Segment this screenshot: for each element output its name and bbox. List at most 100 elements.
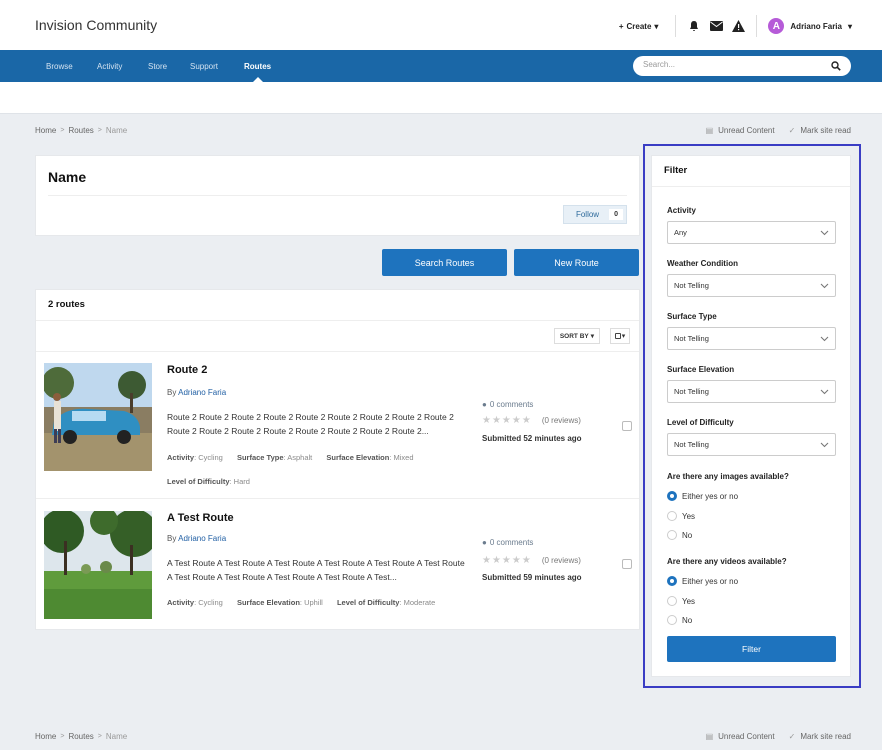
images-radio-either[interactable]: Either yes or no <box>667 491 738 501</box>
weather-condition-select[interactable]: Not Telling <box>667 274 836 297</box>
videos-radio-no[interactable]: No <box>667 615 692 625</box>
surface-elevation-select[interactable]: Not Telling <box>667 380 836 403</box>
page-header-card: Name Follow 0 <box>35 155 640 236</box>
surface-type-select[interactable]: Not Telling <box>667 327 836 350</box>
videos-radio-yes[interactable]: Yes <box>667 596 695 606</box>
breadcrumb-routes[interactable]: Routes <box>68 732 93 741</box>
nav-item-support[interactable]: Support <box>190 62 218 71</box>
warning-icon[interactable] <box>731 19 745 33</box>
activity-value: Any <box>674 228 687 237</box>
rating-row: ★★★★★ (0 reviews) <box>482 555 582 566</box>
avatar: A <box>768 18 785 34</box>
reviews-count: (0 reviews) <box>541 416 581 425</box>
route-meta: Activity: Cycling Surface Elevation: Uph… <box>167 597 487 609</box>
nav-item-browse[interactable]: Browse <box>46 62 73 71</box>
breadcrumb-home[interactable]: Home <box>35 732 56 741</box>
search-input[interactable] <box>643 60 823 69</box>
author-link[interactable]: Adriano Faria <box>178 534 226 543</box>
user-bar: + Create ▾ A Adriano Faria ▾ <box>619 14 852 38</box>
images-question: Are there any images available? <box>667 472 789 481</box>
new-route-button[interactable]: New Route <box>514 249 639 276</box>
meta-surface-type: Surface Type: Asphalt <box>236 453 313 462</box>
sort-by-label: SORT BY <box>559 332 589 340</box>
breadcrumb-current: Name <box>105 732 128 741</box>
breadcrumb-footer: Home > Routes > Name <box>35 732 127 741</box>
comments-count[interactable]: ● 0 comments <box>482 400 582 409</box>
search-box <box>633 56 851 76</box>
by-label: By <box>167 388 177 397</box>
unread-content-link[interactable]: ▤ Unread Content <box>706 732 775 741</box>
comments-count[interactable]: ● 0 comments <box>482 538 582 547</box>
sort-by-button[interactable]: SORT BY ▾ <box>553 328 600 344</box>
quick-links: ▤ Unread Content ✓ Mark site read <box>706 126 851 135</box>
weather-condition-label: Weather Condition <box>667 259 738 268</box>
images-radio-no[interactable]: No <box>667 530 692 540</box>
activity-select[interactable]: Any <box>667 221 836 244</box>
bell-icon[interactable] <box>687 19 701 33</box>
breadcrumb-current: Name <box>105 126 128 135</box>
mark-read-label: Mark site read <box>800 126 851 135</box>
route-thumbnail[interactable] <box>44 511 152 619</box>
envelope-icon[interactable] <box>709 19 723 33</box>
breadcrumb-separator: > <box>60 127 65 134</box>
breadcrumb-separator: > <box>97 733 102 740</box>
unread-content-link[interactable]: ▤ Unread Content <box>706 126 775 135</box>
page-title: Name <box>48 169 87 185</box>
divider <box>652 186 850 187</box>
mark-read-link[interactable]: ✓ Mark site read <box>789 126 851 135</box>
route-meta-2: Level of Difficulty: Hard <box>167 476 262 488</box>
unread-icon: ▤ <box>705 126 714 135</box>
nav-item-routes[interactable]: Routes <box>244 62 271 71</box>
radio-label: Either yes or no <box>682 491 739 501</box>
chevron-down-icon <box>820 283 829 289</box>
star-rating-icon: ★★★★★ <box>482 415 532 426</box>
route-meta: Activity: Cycling Surface Type: Asphalt … <box>167 452 477 464</box>
nav-item-store[interactable]: Store <box>148 62 167 71</box>
checkbox-icon <box>614 333 621 339</box>
user-name: Adriano Faria <box>790 21 842 31</box>
images-radio-yes[interactable]: Yes <box>667 511 695 521</box>
row-checkbox[interactable] <box>622 559 632 569</box>
row-checkbox[interactable] <box>622 421 632 431</box>
author-link[interactable]: Adriano Faria <box>178 388 226 397</box>
route-title[interactable]: A Test Route <box>167 512 234 524</box>
select-all-menu[interactable]: ▾ <box>610 328 630 344</box>
create-menu[interactable]: + Create ▾ <box>619 22 669 31</box>
mark-read-link[interactable]: ✓ Mark site read <box>789 732 851 741</box>
search-icon[interactable] <box>831 61 841 71</box>
follow-count: 0 <box>609 209 623 220</box>
chevron-down-icon <box>820 442 829 448</box>
videos-radio-either[interactable]: Either yes or no <box>667 576 738 586</box>
videos-question: Are there any videos available? <box>667 557 787 566</box>
breadcrumb-routes[interactable]: Routes <box>68 126 93 135</box>
breadcrumb-home[interactable]: Home <box>35 126 56 135</box>
star-rating-icon: ★★★★★ <box>482 555 532 566</box>
follow-button[interactable]: Follow 0 <box>562 205 627 224</box>
create-label: Create <box>626 21 652 31</box>
breadcrumb-separator: > <box>60 733 65 740</box>
surface-type-label: Surface Type <box>667 312 717 321</box>
divider <box>48 195 627 196</box>
list-item: A Test Route By Adriano Faria A Test Rou… <box>36 498 639 631</box>
site-brand[interactable]: Invision Community <box>35 17 157 33</box>
reviews-count: (0 reviews) <box>541 556 581 565</box>
filter-submit-button[interactable]: Filter <box>667 636 836 662</box>
meta-activity: Activity: Cycling <box>167 598 223 607</box>
user-menu[interactable]: A Adriano Faria ▾ <box>764 18 852 34</box>
routes-list-card: 2 routes SORT BY ▾ ▾ Route 2 By Adriano … <box>35 289 640 630</box>
divider <box>756 15 758 37</box>
unread-label: Unread Content <box>718 732 775 741</box>
route-thumbnail[interactable] <box>44 363 152 471</box>
radio-selected-icon <box>667 491 677 501</box>
radio-selected-icon <box>667 576 677 586</box>
search-routes-button[interactable]: Search Routes <box>382 249 507 276</box>
nav-item-activity[interactable]: Activity <box>97 62 122 71</box>
radio-icon <box>667 615 677 625</box>
divider <box>675 15 677 37</box>
route-title[interactable]: Route 2 <box>167 364 207 376</box>
unread-label: Unread Content <box>718 126 775 135</box>
difficulty-select[interactable]: Not Telling <box>667 433 836 456</box>
weather-condition-value: Not Telling <box>674 281 709 290</box>
breadcrumb-separator: > <box>97 127 102 134</box>
meta-surface-elevation: Surface Elevation: Mixed <box>326 453 414 462</box>
